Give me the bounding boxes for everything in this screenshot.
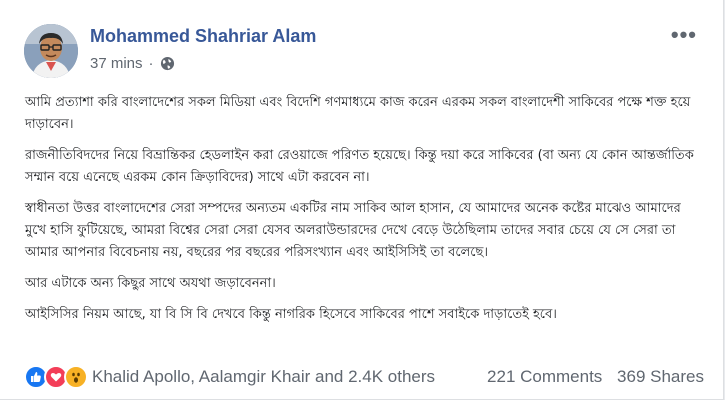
comments-count[interactable]: 221 Comments — [487, 367, 602, 386]
meta-separator: · — [148, 55, 154, 72]
shares-count[interactable]: 369 Shares — [617, 367, 704, 386]
globe-icon[interactable] — [160, 56, 175, 71]
reactors-text[interactable]: Khalid Apollo, Aalamgir Khair and 2.4K o… — [92, 367, 477, 387]
post-paragraph: আইসিসির নিয়ম আছে, যা বি সি বি দেখবে কিন… — [25, 307, 557, 322]
author-name[interactable]: Mohammed Shahriar Alam — [90, 26, 316, 47]
engagement-counts: 221 Comments 369 Shares — [477, 367, 704, 387]
post-footer: Khalid Apollo, Aalamgir Khair and 2.4K o… — [24, 362, 704, 392]
post-paragraph: আমি প্রত্যাশা করি বাংলাদেশের সকল মিডিয়া… — [25, 95, 691, 132]
post-paragraph: স্বাধীনতা উত্তর বাংলাদেশের সেরা সম্পদের … — [25, 201, 681, 260]
reaction-icons[interactable] — [24, 365, 88, 389]
post-paragraph: রাজনীতিবিদদের নিয়ে বিভ্রান্তিকর হেডলাইন… — [25, 148, 694, 185]
wow-icon[interactable] — [64, 365, 88, 389]
avatar[interactable] — [24, 24, 78, 78]
more-options-icon[interactable]: ••• — [671, 24, 697, 46]
post-time[interactable]: 37 mins — [90, 55, 143, 72]
post-card: Mohammed Shahriar Alam 37 mins · ••• আমি… — [0, 0, 724, 400]
post-meta: 37 mins · — [90, 55, 175, 72]
post-paragraph: আর এটাকে অন্য কিছুর সাথে অযথা জড়াবেননা। — [25, 276, 276, 291]
post-body: আমি প্রত্যাশা করি বাংলাদেশের সকল মিডিয়া… — [25, 92, 697, 335]
